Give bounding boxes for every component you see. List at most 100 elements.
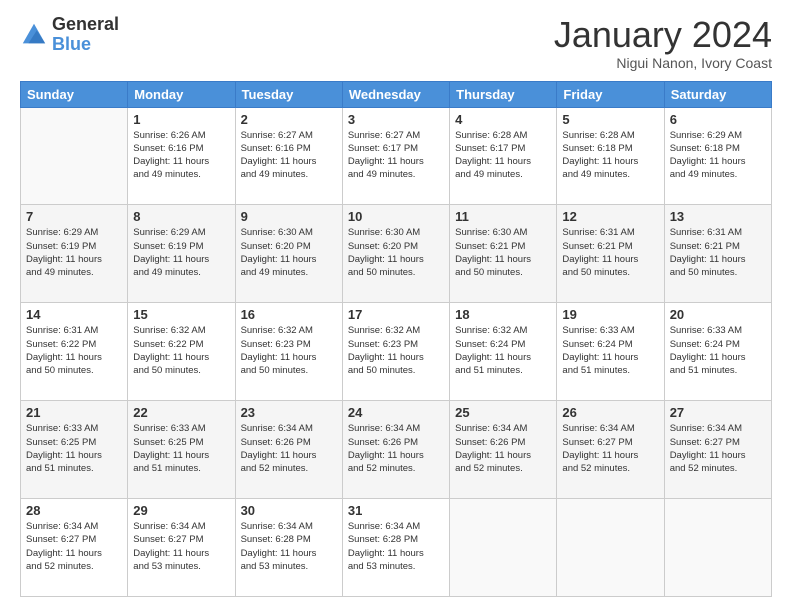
day-info: Sunrise: 6:34 AMSunset: 6:26 PMDaylight:…	[348, 422, 444, 475]
day-info: Sunrise: 6:29 AMSunset: 6:19 PMDaylight:…	[26, 226, 122, 279]
calendar-week-row: 7 Sunrise: 6:29 AMSunset: 6:19 PMDaylight…	[21, 205, 772, 303]
day-info: Sunrise: 6:34 AMSunset: 6:27 PMDaylight:…	[670, 422, 766, 475]
day-info: Sunrise: 6:33 AMSunset: 6:24 PMDaylight:…	[562, 324, 658, 377]
day-info: Sunrise: 6:30 AMSunset: 6:20 PMDaylight:…	[241, 226, 337, 279]
title-area: January 2024 Nigui Nanon, Ivory Coast	[554, 15, 772, 71]
calendar-day-cell: 4Sunrise: 6:28 AMSunset: 6:17 PMDaylight…	[450, 107, 557, 205]
day-number: 15	[133, 307, 229, 322]
day-info: Sunrise: 6:34 AMSunset: 6:27 PMDaylight:…	[26, 520, 122, 573]
calendar-day-cell: 6 Sunrise: 6:29 AMSunset: 6:18 PMDaylight…	[664, 107, 771, 205]
calendar-day-cell	[21, 107, 128, 205]
day-info: Sunrise: 6:28 AMSunset: 6:18 PMDaylight:…	[562, 129, 658, 182]
calendar-day-cell: 1Sunrise: 6:26 AMSunset: 6:16 PMDaylight…	[128, 107, 235, 205]
day-number: 22	[133, 405, 229, 420]
day-number: 9	[241, 209, 337, 224]
subtitle: Nigui Nanon, Ivory Coast	[554, 55, 772, 71]
calendar-day-cell: 9 Sunrise: 6:30 AMSunset: 6:20 PMDaylight…	[235, 205, 342, 303]
day-info: Sunrise: 6:32 AMSunset: 6:24 PMDaylight:…	[455, 324, 551, 377]
day-number: 5	[562, 112, 658, 127]
day-info: Sunrise: 6:32 AMSunset: 6:22 PMDaylight:…	[133, 324, 229, 377]
calendar-day-cell	[450, 499, 557, 597]
day-number: 20	[670, 307, 766, 322]
day-number: 7	[26, 209, 122, 224]
weekday-header: Sunday	[21, 81, 128, 107]
day-info: Sunrise: 6:31 AMSunset: 6:21 PMDaylight:…	[670, 226, 766, 279]
calendar-day-cell: 26 Sunrise: 6:34 AMSunset: 6:27 PMDayligh…	[557, 401, 664, 499]
calendar-week-row: 28 Sunrise: 6:34 AMSunset: 6:27 PMDayligh…	[21, 499, 772, 597]
day-info: Sunrise: 6:31 AMSunset: 6:21 PMDaylight:…	[562, 226, 658, 279]
calendar-day-cell: 10 Sunrise: 6:30 AMSunset: 6:20 PMDayligh…	[342, 205, 449, 303]
calendar-day-cell: 28 Sunrise: 6:34 AMSunset: 6:27 PMDayligh…	[21, 499, 128, 597]
weekday-header: Monday	[128, 81, 235, 107]
day-number: 2	[241, 112, 337, 127]
day-number: 10	[348, 209, 444, 224]
day-number: 11	[455, 209, 551, 224]
day-number: 29	[133, 503, 229, 518]
day-info: Sunrise: 6:34 AMSunset: 6:28 PMDaylight:…	[241, 520, 337, 573]
weekday-header: Thursday	[450, 81, 557, 107]
weekday-header: Saturday	[664, 81, 771, 107]
day-info: Sunrise: 6:26 AMSunset: 6:16 PMDaylight:…	[133, 129, 229, 182]
main-title: January 2024	[554, 15, 772, 55]
calendar-day-cell	[664, 499, 771, 597]
calendar-day-cell	[557, 499, 664, 597]
calendar-day-cell: 16Sunrise: 6:32 AMSunset: 6:23 PMDayligh…	[235, 303, 342, 401]
day-number: 24	[348, 405, 444, 420]
day-number: 19	[562, 307, 658, 322]
day-number: 12	[562, 209, 658, 224]
day-number: 27	[670, 405, 766, 420]
calendar-week-row: 14Sunrise: 6:31 AMSunset: 6:22 PMDayligh…	[21, 303, 772, 401]
calendar-week-row: 1Sunrise: 6:26 AMSunset: 6:16 PMDaylight…	[21, 107, 772, 205]
calendar-day-cell: 30Sunrise: 6:34 AMSunset: 6:28 PMDayligh…	[235, 499, 342, 597]
day-number: 28	[26, 503, 122, 518]
calendar-day-cell: 23 Sunrise: 6:34 AMSunset: 6:26 PMDayligh…	[235, 401, 342, 499]
day-info: Sunrise: 6:33 AMSunset: 6:25 PMDaylight:…	[133, 422, 229, 475]
day-info: Sunrise: 6:29 AMSunset: 6:18 PMDaylight:…	[670, 129, 766, 182]
day-number: 16	[241, 307, 337, 322]
day-info: Sunrise: 6:28 AMSunset: 6:17 PMDaylight:…	[455, 129, 551, 182]
day-info: Sunrise: 6:29 AMSunset: 6:19 PMDaylight:…	[133, 226, 229, 279]
day-number: 6	[670, 112, 766, 127]
day-info: Sunrise: 6:30 AMSunset: 6:20 PMDaylight:…	[348, 226, 444, 279]
day-info: Sunrise: 6:30 AMSunset: 6:21 PMDaylight:…	[455, 226, 551, 279]
day-number: 18	[455, 307, 551, 322]
day-info: Sunrise: 6:34 AMSunset: 6:27 PMDaylight:…	[133, 520, 229, 573]
calendar-day-cell: 22 Sunrise: 6:33 AMSunset: 6:25 PMDayligh…	[128, 401, 235, 499]
calendar-day-cell: 27 Sunrise: 6:34 AMSunset: 6:27 PMDayligh…	[664, 401, 771, 499]
calendar-day-cell: 21Sunrise: 6:33 AMSunset: 6:25 PMDayligh…	[21, 401, 128, 499]
day-info: Sunrise: 6:33 AMSunset: 6:24 PMDaylight:…	[670, 324, 766, 377]
calendar-day-cell: 29 Sunrise: 6:34 AMSunset: 6:27 PMDayligh…	[128, 499, 235, 597]
calendar-day-cell: 11 Sunrise: 6:30 AMSunset: 6:21 PMDayligh…	[450, 205, 557, 303]
calendar-week-row: 21Sunrise: 6:33 AMSunset: 6:25 PMDayligh…	[21, 401, 772, 499]
calendar-day-cell: 24 Sunrise: 6:34 AMSunset: 6:26 PMDayligh…	[342, 401, 449, 499]
day-info: Sunrise: 6:33 AMSunset: 6:25 PMDaylight:…	[26, 422, 122, 475]
weekday-header: Tuesday	[235, 81, 342, 107]
day-info: Sunrise: 6:27 AMSunset: 6:16 PMDaylight:…	[241, 129, 337, 182]
calendar-day-cell: 12 Sunrise: 6:31 AMSunset: 6:21 PMDayligh…	[557, 205, 664, 303]
calendar-day-cell: 2 Sunrise: 6:27 AMSunset: 6:16 PMDaylight…	[235, 107, 342, 205]
logo: General Blue	[20, 15, 119, 55]
calendar-day-cell: 25Sunrise: 6:34 AMSunset: 6:26 PMDayligh…	[450, 401, 557, 499]
header: General Blue January 2024 Nigui Nanon, I…	[20, 15, 772, 71]
day-info: Sunrise: 6:34 AMSunset: 6:28 PMDaylight:…	[348, 520, 444, 573]
day-number: 23	[241, 405, 337, 420]
calendar-header-row: SundayMondayTuesdayWednesdayThursdayFrid…	[21, 81, 772, 107]
day-number: 17	[348, 307, 444, 322]
weekday-header: Friday	[557, 81, 664, 107]
calendar-day-cell: 14Sunrise: 6:31 AMSunset: 6:22 PMDayligh…	[21, 303, 128, 401]
calendar-day-cell: 13Sunrise: 6:31 AMSunset: 6:21 PMDayligh…	[664, 205, 771, 303]
day-info: Sunrise: 6:34 AMSunset: 6:27 PMDaylight:…	[562, 422, 658, 475]
calendar-day-cell: 3 Sunrise: 6:27 AMSunset: 6:17 PMDaylight…	[342, 107, 449, 205]
day-number: 8	[133, 209, 229, 224]
logo-icon	[20, 21, 48, 49]
page: General Blue January 2024 Nigui Nanon, I…	[0, 0, 792, 612]
calendar-day-cell: 20 Sunrise: 6:33 AMSunset: 6:24 PMDayligh…	[664, 303, 771, 401]
day-number: 26	[562, 405, 658, 420]
calendar-day-cell: 8 Sunrise: 6:29 AMSunset: 6:19 PMDaylight…	[128, 205, 235, 303]
day-number: 14	[26, 307, 122, 322]
calendar-day-cell: 7 Sunrise: 6:29 AMSunset: 6:19 PMDaylight…	[21, 205, 128, 303]
day-info: Sunrise: 6:27 AMSunset: 6:17 PMDaylight:…	[348, 129, 444, 182]
day-number: 3	[348, 112, 444, 127]
day-info: Sunrise: 6:34 AMSunset: 6:26 PMDaylight:…	[241, 422, 337, 475]
day-info: Sunrise: 6:32 AMSunset: 6:23 PMDaylight:…	[348, 324, 444, 377]
